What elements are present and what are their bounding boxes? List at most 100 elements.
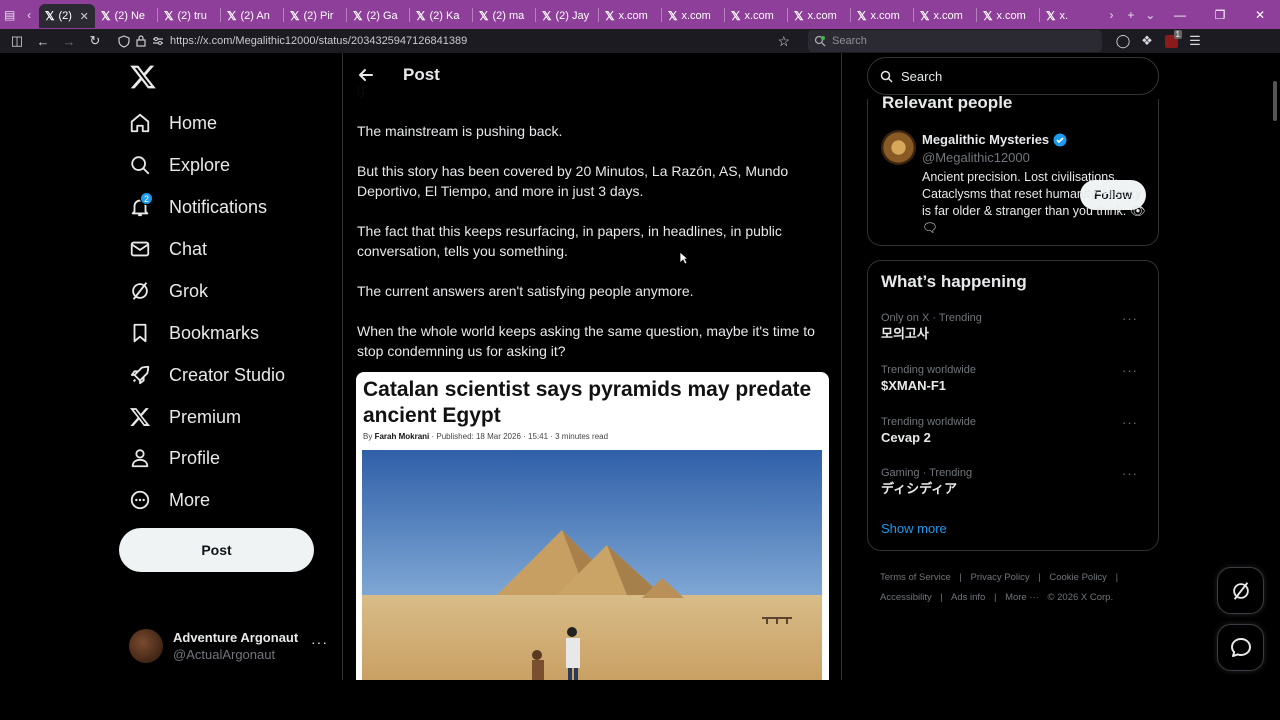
grok-icon (1232, 581, 1249, 600)
nav-creator-studio[interactable]: Creator Studio (129, 355, 285, 395)
trend-more-icon[interactable]: ··· (1122, 363, 1138, 378)
footer-link-more[interactable]: More ··· (1005, 592, 1039, 603)
new-tab-icon[interactable]: + (1121, 0, 1140, 29)
nav-grok[interactable]: Grok (129, 271, 208, 311)
browser-tab[interactable]: 𝕏x.com (662, 4, 724, 28)
avatar[interactable] (881, 130, 916, 165)
browser-tab[interactable]: 𝕏 (2) Ne (95, 4, 157, 28)
window-close-icon[interactable]: ✕ (1240, 0, 1280, 29)
arrow-left-icon (359, 69, 373, 81)
minimize-icon[interactable]: — (1160, 0, 1200, 29)
browser-tab[interactable]: 𝕏x.com (725, 4, 787, 28)
browser-tab[interactable]: 𝕏 (2) Ga (347, 4, 409, 28)
grok-floating-button[interactable] (1217, 567, 1264, 614)
footer-link-terms[interactable]: Terms of Service (880, 572, 951, 583)
restore-icon[interactable]: ❐ (1200, 0, 1240, 29)
nav-more[interactable]: More (129, 480, 210, 520)
browser-tab[interactable]: 𝕏x. (1040, 4, 1102, 28)
browser-tab[interactable]: 𝕏 (2) An (221, 4, 283, 28)
account-switcher[interactable]: Adventure Argonaut @ActualArgonaut ··· (129, 626, 329, 666)
lock-icon (136, 35, 146, 47)
window-controls: — ❐ ✕ (1160, 0, 1280, 29)
article-by: By (363, 432, 373, 441)
x-favicon-icon: 𝕏 (415, 9, 426, 23)
forward-arrow-icon[interactable]: → (58, 30, 80, 52)
extensions-icon[interactable]: ❖ (1136, 30, 1158, 52)
tab-close-icon[interactable]: ✕ (80, 10, 89, 23)
reload-icon[interactable]: ↻ (84, 30, 106, 52)
trend-context: Trending worldwide (881, 364, 976, 376)
back-button[interactable] (351, 60, 381, 90)
nav-profile[interactable]: Profile (129, 438, 220, 478)
browser-tab[interactable]: 𝕏x.com (599, 4, 661, 28)
x-page: Home Explore 2 Notifications Chat Grok B… (0, 53, 1280, 680)
browser-tab-label: x.com (618, 10, 648, 22)
footer-link-accessibility[interactable]: Accessibility (880, 592, 932, 603)
pyramids-photo (362, 450, 822, 680)
url-bar[interactable]: https://x.com/Megalithic12000/status/203… (114, 30, 790, 52)
x-favicon-icon: 𝕏 (352, 9, 363, 23)
menu-icon[interactable]: ☰ (1184, 30, 1206, 52)
post-paragraph: The current answers aren't satisfying pe… (357, 283, 694, 299)
account-icon[interactable]: ◯ (1112, 30, 1134, 52)
trend-item[interactable]: Trending worldwide $XMAN-F1 ··· (881, 363, 1146, 403)
browser-tab[interactable]: 𝕏x.com (977, 4, 1039, 28)
bookmark-star-icon[interactable]: ☆ (777, 33, 790, 50)
browser-search-placeholder: Search (832, 35, 867, 47)
search-icon (880, 70, 893, 83)
left-navigation: Home Explore 2 Notifications Chat Grok B… (119, 53, 341, 680)
trend-item[interactable]: Only on X · Trending 모의고사 ··· (881, 311, 1146, 351)
trend-name: Cevap 2 (881, 430, 931, 445)
grok-icon (132, 282, 148, 300)
tab-overview-icon[interactable]: ▤ (0, 0, 19, 29)
relevant-person-name[interactable]: Megalithic Mysteries (922, 132, 1067, 147)
browser-tab[interactable]: 𝕏 (2) tru (158, 4, 220, 28)
nav-premium[interactable]: Premium (129, 397, 241, 437)
browser-tab[interactable]: 𝕏x.com (788, 4, 850, 28)
search-input[interactable]: Search (867, 57, 1159, 95)
browser-tab[interactable]: 𝕏x.com (851, 4, 913, 28)
browser-tab[interactable]: 𝕏x.com (914, 4, 976, 28)
browser-tab[interactable]: 𝕏 (2) Ka (410, 4, 472, 28)
browser-tab[interactable]: 𝕏 (2) ✕ (38, 4, 95, 28)
list-tabs-icon[interactable]: ⌄ (1141, 0, 1160, 29)
whats-happening-title: What’s happening (881, 272, 1027, 291)
show-more-link[interactable]: Show more (881, 521, 947, 536)
url-text: https://x.com/Megalithic12000/status/203… (170, 35, 468, 47)
browser-tab[interactable]: 𝕏 (2) Jay (536, 4, 598, 28)
browser-tab[interactable]: 𝕏 (2) Pir (284, 4, 346, 28)
post-button[interactable]: Post (119, 528, 314, 572)
browser-search-field[interactable]: Search (808, 30, 1102, 52)
footer-link-privacy[interactable]: Privacy Policy (971, 572, 1030, 583)
ublock-icon[interactable]: 1 (1160, 30, 1182, 52)
x-logo-icon[interactable] (129, 63, 157, 91)
trend-more-icon[interactable]: ··· (1122, 415, 1138, 430)
x-icon (129, 408, 151, 426)
trend-more-icon[interactable]: ··· (1122, 311, 1138, 326)
nav-explore[interactable]: Explore (129, 145, 230, 185)
relevant-person-name-text: Megalithic Mysteries (922, 132, 1050, 147)
nav-bookmarks[interactable]: Bookmarks (129, 313, 259, 353)
browser-tab[interactable]: 𝕏 (2) ma (473, 4, 535, 28)
nav-home-label: Home (169, 112, 218, 133)
tab-scroll-right-icon[interactable]: › (1102, 0, 1121, 29)
relevant-people-title: Relevant people (882, 93, 1013, 112)
trend-more-icon[interactable]: ··· (1122, 466, 1138, 481)
page-scrollbar[interactable] (1273, 81, 1277, 121)
article-card[interactable]: Catalan scientist says pyramids may pred… (356, 372, 829, 680)
nav-notifications[interactable]: 2 Notifications (129, 187, 267, 227)
footer-link-cookie[interactable]: Cookie Policy (1049, 572, 1107, 583)
nav-home[interactable]: Home (129, 103, 217, 143)
post-paragraph: But this story has been covered by 20 Mi… (357, 163, 789, 199)
footer-link-ads-info[interactable]: Ads info (951, 592, 985, 603)
article-published: · Published: 18 Mar 2026 · 15:41 · 3 min… (431, 432, 609, 441)
sidebar-toggle-icon[interactable]: ◫ (6, 30, 28, 52)
account-more-icon[interactable]: ··· (311, 634, 328, 650)
back-arrow-icon[interactable]: ← (32, 30, 54, 52)
chat-floating-button[interactable] (1217, 624, 1264, 671)
trend-item[interactable]: Gaming · Trending ディシディア ··· (881, 466, 1146, 506)
nav-chat[interactable]: Chat (129, 229, 207, 269)
tab-scroll-left-icon[interactable]: ‹ (19, 0, 38, 29)
browser-tab-label: (2) Ga (366, 10, 398, 22)
trend-item[interactable]: Trending worldwide Cevap 2 ··· (881, 415, 1146, 455)
